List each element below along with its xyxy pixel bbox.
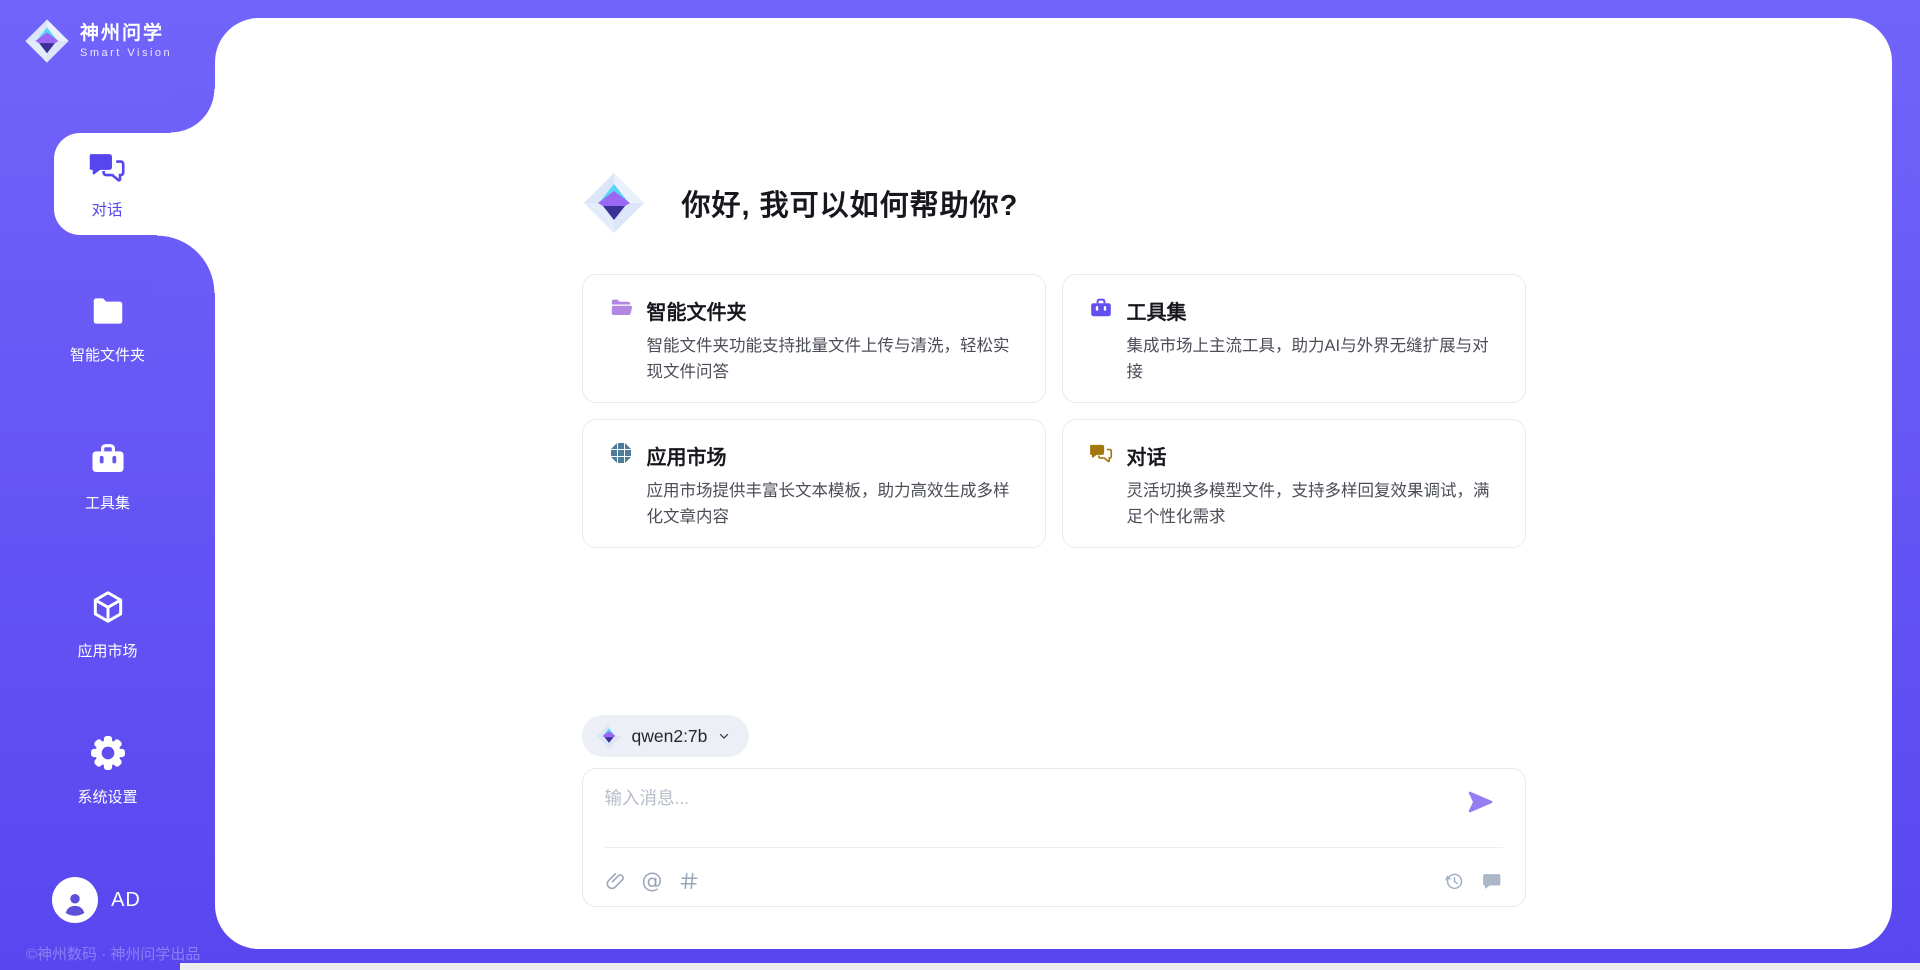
mention-button[interactable]: @ xyxy=(642,870,663,892)
paperclip-icon xyxy=(605,870,627,892)
model-selector[interactable]: qwen2:7b xyxy=(582,715,750,757)
greeting: 你好, 我可以如何帮助你? xyxy=(582,18,1526,235)
quick-reply-button[interactable] xyxy=(1480,870,1502,892)
card-toolset[interactable]: 工具集 集成市场上主流工具，助力AI与外界无缝扩展与对接 xyxy=(1062,274,1526,403)
folder-icon xyxy=(609,296,633,325)
card-header: 智能文件夹 xyxy=(609,296,1019,325)
card-chat[interactable]: 对话 灵活切换多模型文件，支持多样回复效果调试，满足个性化需求 xyxy=(1062,419,1526,548)
brand-logo-icon xyxy=(24,18,70,64)
sidebar-item-toolset[interactable]: 工具集 xyxy=(0,440,215,513)
assistant-logo-icon xyxy=(582,171,646,235)
chat-icon xyxy=(1089,441,1113,470)
card-description: 集成市场上主流工具，助力AI与外界无缝扩展与对接 xyxy=(1127,334,1499,385)
attach-button[interactable] xyxy=(605,870,627,892)
user-initials: AD xyxy=(111,889,141,912)
card-smart-folder[interactable]: 智能文件夹 智能文件夹功能支持批量文件上传与清洗，轻松实现文件问答 xyxy=(582,274,1046,403)
user-profile[interactable]: AD xyxy=(0,877,215,923)
gear-icon xyxy=(89,734,127,777)
card-app-market[interactable]: 应用市场 应用市场提供丰富长文本模板，助力高效生成多样化文章内容 xyxy=(582,419,1046,548)
greeting-title: 你好, 我可以如何帮助你? xyxy=(682,182,1019,224)
card-title: 对话 xyxy=(1127,441,1167,470)
main-content: 你好, 我可以如何帮助你? 智能文件夹 智能文件夹功能支持批量文件上传与清洗，轻… xyxy=(215,18,1892,949)
sidebar-item-settings[interactable]: 系统设置 xyxy=(0,734,215,807)
cube-icon xyxy=(89,588,127,631)
at-icon: @ xyxy=(642,870,663,892)
sidebar-item-app-market[interactable]: 应用市场 xyxy=(0,588,215,661)
card-description: 应用市场提供丰富长文本模板，助力高效生成多样化文章内容 xyxy=(647,479,1019,530)
composer-toolbar: @ xyxy=(605,870,1502,892)
feature-cards: 智能文件夹 智能文件夹功能支持批量文件上传与清洗，轻松实现文件问答 工具集 xyxy=(582,274,1526,548)
sidebar-item-label: 智能文件夹 xyxy=(70,344,145,365)
brand-text: 神州问学 Smart Vision xyxy=(80,23,172,59)
sidebar-item-label: 工具集 xyxy=(85,492,130,513)
chevron-down-icon xyxy=(717,729,731,743)
sidebar: 神州问学 Smart Vision 对话 智能文件夹 xyxy=(0,0,215,970)
composer-divider xyxy=(605,847,1503,848)
send-icon xyxy=(1466,787,1496,817)
center-column: 你好, 我可以如何帮助你? 智能文件夹 智能文件夹功能支持批量文件上传与清洗，轻… xyxy=(582,18,1526,907)
sidebar-item-label: 系统设置 xyxy=(77,786,137,807)
market-grid-icon xyxy=(609,441,633,470)
card-title: 智能文件夹 xyxy=(647,296,747,325)
send-button[interactable] xyxy=(1465,787,1497,819)
horizontal-scrollbar[interactable] xyxy=(180,963,1920,970)
brand-subtitle: Smart Vision xyxy=(80,47,172,59)
card-header: 应用市场 xyxy=(609,441,1019,470)
person-icon xyxy=(60,888,90,918)
sidebar-item-chat[interactable]: 对话 xyxy=(54,133,215,235)
model-name: qwen2:7b xyxy=(632,726,708,747)
composer: @ xyxy=(582,768,1526,907)
toolbox-icon xyxy=(89,440,127,483)
card-title: 应用市场 xyxy=(647,441,727,470)
message-input[interactable] xyxy=(605,785,1425,837)
history-button[interactable] xyxy=(1443,870,1465,892)
card-header: 工具集 xyxy=(1089,296,1499,325)
history-icon xyxy=(1443,870,1465,892)
card-description: 智能文件夹功能支持批量文件上传与清洗，轻松实现文件问答 xyxy=(647,334,1019,385)
sidebar-item-smart-folders[interactable]: 智能文件夹 xyxy=(0,292,215,365)
brand: 神州问学 Smart Vision xyxy=(24,18,172,64)
topic-button[interactable] xyxy=(678,870,700,892)
model-logo-icon xyxy=(596,723,622,749)
hash-icon xyxy=(678,870,700,892)
toolbox-icon xyxy=(1089,296,1113,325)
brand-name: 神州问学 xyxy=(80,23,172,45)
card-title: 工具集 xyxy=(1127,296,1187,325)
avatar xyxy=(52,877,98,923)
sidebar-item-label: 应用市场 xyxy=(77,640,137,661)
card-description: 灵活切换多模型文件，支持多样回复效果调试，满足个性化需求 xyxy=(1127,479,1499,530)
folder-icon xyxy=(89,292,127,335)
card-header: 对话 xyxy=(1089,441,1499,470)
message-bubble-icon xyxy=(1480,870,1502,892)
copyright-footer: ©神州数码 · 神州问学出品 xyxy=(26,943,200,964)
chat-icon xyxy=(88,149,126,190)
sidebar-item-label: 对话 xyxy=(91,198,122,220)
